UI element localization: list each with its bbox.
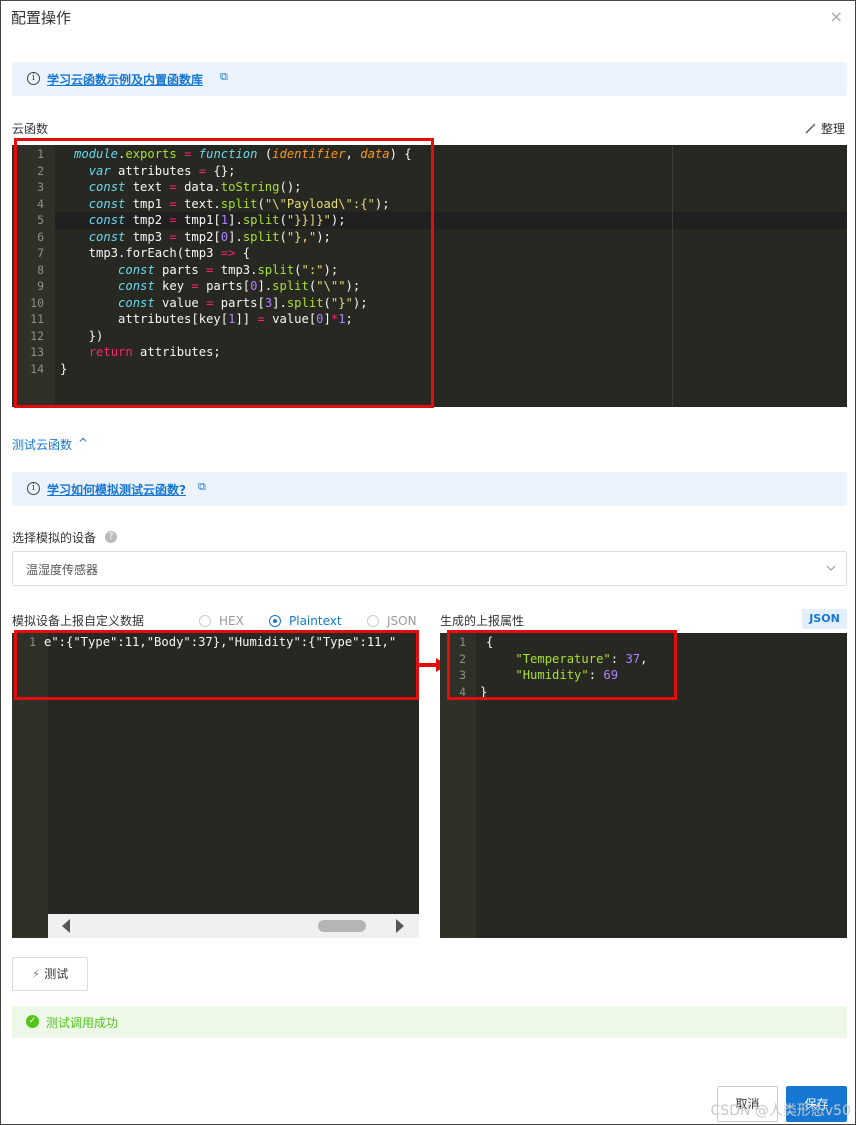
magic-wand-icon — [805, 123, 816, 134]
info-icon: i — [27, 482, 40, 495]
device-select-value: 温湿度传感器 — [26, 563, 99, 577]
highlight-box-output — [447, 630, 677, 700]
magic-icon: ⚡ — [31, 967, 41, 981]
format-label: 整理 — [820, 122, 845, 136]
cloud-function-label: 云函数 — [12, 122, 49, 136]
device-select[interactable]: 温湿度传感器 — [12, 551, 847, 586]
format-radio-hex[interactable]: HEX — [199, 614, 244, 628]
device-label: 选择模拟的设备 — [12, 531, 97, 545]
external-link-icon[interactable]: ⧉ — [198, 480, 206, 494]
test-function-toggle-label: 测试云函数 — [12, 438, 73, 452]
learn-functions-link[interactable]: 学习云函数示例及内置函数库 — [47, 71, 203, 88]
scrollbar-thumb[interactable] — [318, 920, 366, 932]
help-icon[interactable]: ? — [105, 531, 117, 543]
test-function-toggle[interactable]: 测试云函数 ^ — [12, 436, 88, 453]
learn-simulate-link[interactable]: 学习如何模拟测试云函数? — [47, 481, 186, 498]
external-link-icon[interactable]: ⧉ — [220, 70, 228, 84]
config-dialog: 配置操作 × i 学习云函数示例及内置函数库 ⧉ 云函数 整理 12345678… — [0, 0, 856, 1125]
check-circle-icon: ✓ — [26, 1015, 39, 1028]
scroll-left-icon[interactable] — [62, 919, 70, 933]
radio-label: Plaintext — [289, 614, 342, 628]
info-bar-simulate: i 学习如何模拟测试云函数? ⧉ — [12, 472, 847, 506]
scroll-right-icon[interactable] — [396, 919, 404, 933]
test-button-label: 测试 — [44, 967, 69, 981]
close-icon[interactable]: × — [830, 7, 843, 26]
result-bar: ✓ 测试调用成功 — [12, 1006, 847, 1038]
format-button[interactable]: 整理 — [804, 120, 845, 137]
info-icon: i — [27, 72, 40, 85]
radio-label: HEX — [219, 614, 244, 628]
info-bar-functions: i 学习云函数示例及内置函数库 ⧉ — [12, 62, 847, 96]
chevron-up-icon: ^ — [78, 436, 89, 450]
highlight-box-input — [14, 630, 419, 700]
simulate-data-label: 模拟设备上报自定义数据 — [12, 614, 145, 628]
horizontal-scrollbar[interactable] — [48, 914, 419, 938]
watermark: CSDN @人类形态v50 — [710, 1103, 851, 1119]
radio-label: JSON — [387, 614, 417, 628]
dialog-title: 配置操作 — [11, 9, 72, 27]
print-margin — [672, 145, 673, 407]
generated-attributes-label: 生成的上报属性 — [440, 614, 525, 628]
format-radio-plaintext[interactable]: Plaintext — [269, 614, 342, 628]
result-message: 测试调用成功 — [46, 1016, 119, 1030]
chevron-down-icon — [826, 565, 836, 571]
highlight-box-function — [14, 138, 434, 408]
json-badge[interactable]: JSON — [802, 609, 847, 629]
format-radio-json[interactable]: JSON — [367, 614, 417, 628]
test-button[interactable]: ⚡ 测试 — [12, 957, 88, 991]
